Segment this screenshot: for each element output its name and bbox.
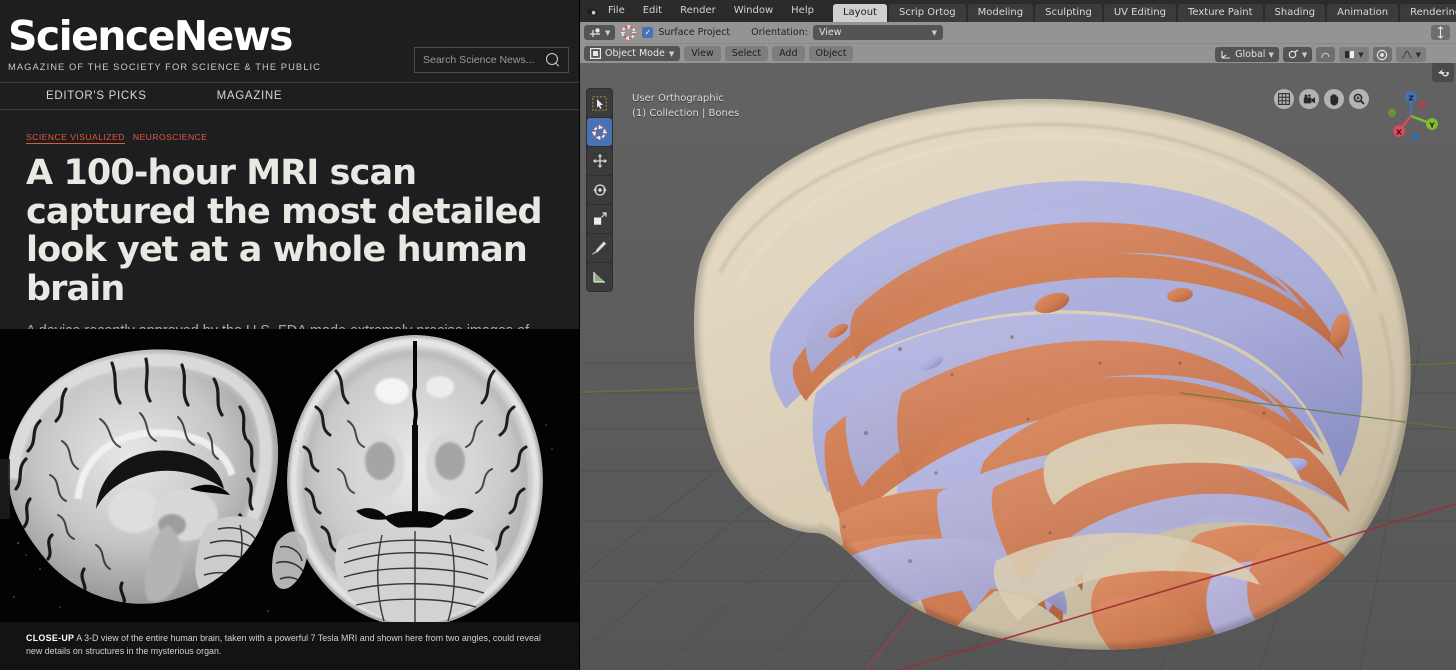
tag-science-visualized[interactable]: SCIENCE VISUALIZED [26,132,125,144]
rotate-tool[interactable] [587,176,612,204]
caption-label: CLOSE-UP [26,633,75,643]
viewport-menu-select[interactable]: Select [724,46,769,61]
hand-icon [1330,93,1339,105]
site-logo-text: ScienceNews [8,12,293,60]
viewport-menu-add[interactable]: Add [772,46,805,61]
pan-view-button[interactable] [1324,89,1344,109]
viewport-canvas [580,63,1456,670]
search-box[interactable]: Search Science News... [414,47,569,73]
viewport-menu-object[interactable]: Object [808,46,854,61]
scale-square-icon [593,212,607,225]
gizmo-axis-x-label: X [1396,127,1402,136]
blender-window: File Edit Render Window Help Layout Scri… [580,0,1456,670]
site-tagline: MAGAZINE OF THE SOCIETY FOR SCIENCE & TH… [8,61,321,72]
pivot-point-dropdown[interactable]: ▼ [1339,47,1369,62]
science-news-article-pane: ScienceNews MAGAZINE OF THE SOCIETY FOR … [0,0,580,670]
scale-tool[interactable] [587,205,612,233]
transform-snap-group: Global ▼ ▼ ▼ ▼ [1215,44,1426,65]
site-header: ScienceNews MAGAZINE OF THE SOCIETY FOR … [0,0,579,82]
tab-shading[interactable]: Shading [1264,4,1326,22]
magnifier-icon [1353,93,1365,105]
3d-viewport[interactable]: User Orthographic (1) Collection | Bones [580,63,1456,670]
workspace-tabs: Layout Scrip Ortog Modeling Sculpting UV… [832,0,1456,22]
viewport-nav-buttons [1274,89,1369,109]
pencil-icon [592,241,607,255]
ruler-icon [592,272,605,283]
3d-cursor-icon [592,124,607,140]
transform-orientation-dropdown[interactable]: Global ▼ [1215,47,1279,62]
tag-neuroscience[interactable]: NEUROSCIENCE [133,132,208,142]
article-figure: CLOSE-UP A 3-D view of the entire human … [0,329,579,670]
viewport-shading-icon[interactable] [1432,63,1454,82]
3d-cursor-icon[interactable] [620,24,637,41]
cursor-tool-icon [590,28,600,37]
active-tool-selector[interactable]: ▼ [584,25,616,40]
menu-help[interactable]: Help [782,0,823,22]
annotate-tool[interactable] [587,234,612,262]
move-tool[interactable] [587,147,612,175]
mri-image [0,329,579,626]
blender-logo-icon [584,3,599,19]
blender-topbar: File Edit Render Window Help Layout Scri… [580,0,1456,22]
tab-uv-editing[interactable]: UV Editing [1103,4,1176,22]
article-headline: A 100-hour MRI scan captured the most de… [26,153,543,309]
surface-project-label: Surface Project [658,27,731,38]
pivot-center-icon[interactable] [1372,47,1392,62]
search-icon[interactable] [546,53,560,67]
search-input[interactable]: Search Science News... [423,54,546,66]
falloff-curve-dropdown[interactable]: ▼ [1395,47,1426,62]
menu-window[interactable]: Window [725,0,782,22]
tab-modeling[interactable]: Modeling [967,4,1034,22]
zoom-view-button[interactable] [1349,89,1369,109]
viewport-menu-view[interactable]: View [684,46,721,61]
tab-texture-paint[interactable]: Texture Paint [1177,4,1263,22]
orientation-axes-icon [1221,51,1231,59]
nav-item-editors-picks[interactable]: EDITOR'S PICKS [46,90,147,102]
cursor-tool[interactable] [587,118,612,146]
transform-pivot-icon[interactable] [1431,25,1450,40]
proportional-edit-icon[interactable] [1316,47,1336,62]
tool-settings-bar: ▼ ✓ Surface Project Orientation: View ▼ [580,22,1456,43]
screen-root: ScienceNews MAGAZINE OF THE SOCIETY FOR … [0,0,1456,670]
tab-sculpting[interactable]: Sculpting [1035,4,1102,22]
tab-scrip-ortog[interactable]: Scrip Ortog [888,4,966,22]
snap-magnet-icon[interactable]: ▼ [1282,47,1313,62]
move-arrows-icon [592,154,607,168]
viewport-toolbar [586,88,613,292]
interaction-mode-dropdown[interactable]: Object Mode ▼ [584,46,681,61]
menu-file[interactable]: File [599,0,634,22]
menu-edit[interactable]: Edit [634,0,671,22]
tab-layout[interactable]: Layout [832,4,887,22]
tab-rendering[interactable]: Rendering [1400,4,1456,22]
measure-tool[interactable] [587,263,612,291]
tab-animation[interactable]: Animation [1327,4,1399,22]
interaction-mode-value: Object Mode [605,48,665,59]
transform-orientation-value: Global [1235,49,1266,60]
gizmo-axis-y-label: Y [1428,120,1435,129]
toggle-grid-button[interactable] [1274,89,1294,109]
object-mode-icon [590,48,601,59]
nav-item-magazine[interactable]: MAGAZINE [217,90,283,102]
menu-render[interactable]: Render [671,0,725,22]
site-logo[interactable]: ScienceNews MAGAZINE OF THE SOCIETY FOR … [8,12,321,73]
camera-icon [1303,93,1315,103]
primary-nav: EDITOR'S PICKS MAGAZINE [0,82,579,110]
rotate-circle-icon [593,184,606,196]
figure-caption: CLOSE-UP A 3-D view of the entire human … [0,622,579,670]
article-tags: SCIENCE VISUALIZED NEUROSCIENCE [26,132,557,144]
view-axis-gizmo[interactable]: Z Y X [1380,85,1442,147]
caption-text: A 3-D view of the entire human brain, ta… [26,633,541,656]
gizmo-axis-z-label: Z [1408,93,1414,102]
orientation-dropdown[interactable]: View ▼ [812,25,943,40]
camera-view-button[interactable] [1299,89,1319,109]
grid-icon [1278,93,1290,105]
orientation-label: Orientation: [751,27,808,38]
surface-project-checkbox[interactable]: ✓ [642,27,654,38]
tweak-select-tool[interactable] [587,89,612,117]
cursor-arrow-icon [592,95,607,111]
orientation-value: View [818,27,842,38]
